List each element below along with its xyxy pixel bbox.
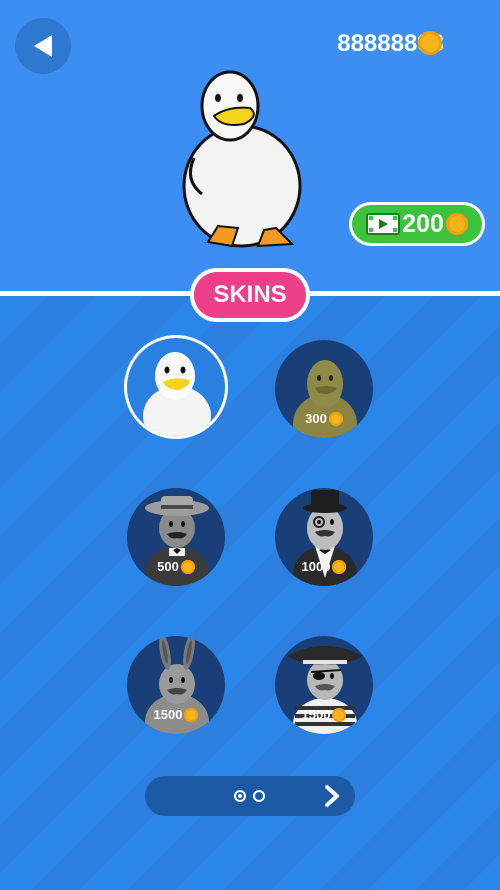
skin-slot-pirate-duck[interactable]: 1500 — [275, 636, 373, 734]
coin-icon — [180, 559, 195, 574]
duck-preview — [182, 70, 302, 248]
skins-title-badge: SKINS — [190, 268, 310, 322]
white-duck-image — [143, 352, 211, 436]
skin-price-value: 1500 — [301, 707, 331, 722]
back-arrow-icon — [34, 35, 52, 57]
skin-slot-bunny-duck[interactable]: 1500 — [127, 636, 225, 734]
skin-price: 1500 — [275, 707, 373, 722]
chevron-right-icon[interactable] — [319, 784, 343, 808]
ad-reward-amount: 200 — [402, 209, 444, 238]
skins-title: SKINS — [194, 272, 306, 318]
skin-price: 1000 — [275, 559, 373, 574]
skin-price: 1500 — [127, 707, 225, 722]
skin-slot-gentleman-duck[interactable]: 1000 — [275, 488, 373, 586]
video-ad-icon — [366, 213, 401, 235]
coin-icon — [332, 559, 347, 574]
page-dot-1[interactable] — [234, 790, 246, 802]
skin-price: 500 — [127, 559, 225, 574]
watch-ad-button[interactable]: 200 — [349, 202, 485, 246]
page-dot-2[interactable] — [253, 790, 265, 802]
skin-slot-white-duck[interactable] — [127, 338, 225, 436]
coin-icon — [332, 707, 347, 722]
skin-price-value: 300 — [305, 411, 327, 426]
skin-price-value: 1500 — [153, 707, 183, 722]
back-button[interactable] — [15, 18, 71, 74]
coin-icon — [418, 31, 442, 55]
skin-slot-gangster-duck[interactable]: 500 — [127, 488, 225, 586]
skin-price-value: 1000 — [301, 559, 331, 574]
coin-icon — [445, 213, 468, 235]
skin-slot-olive-duck[interactable]: 300 — [275, 340, 373, 438]
watch-ad-inner: 200 — [352, 205, 482, 243]
coin-icon — [184, 707, 199, 722]
page-navigator — [145, 776, 355, 816]
skin-price-value: 500 — [157, 559, 179, 574]
skin-price: 300 — [275, 411, 373, 426]
coin-icon — [328, 411, 343, 426]
